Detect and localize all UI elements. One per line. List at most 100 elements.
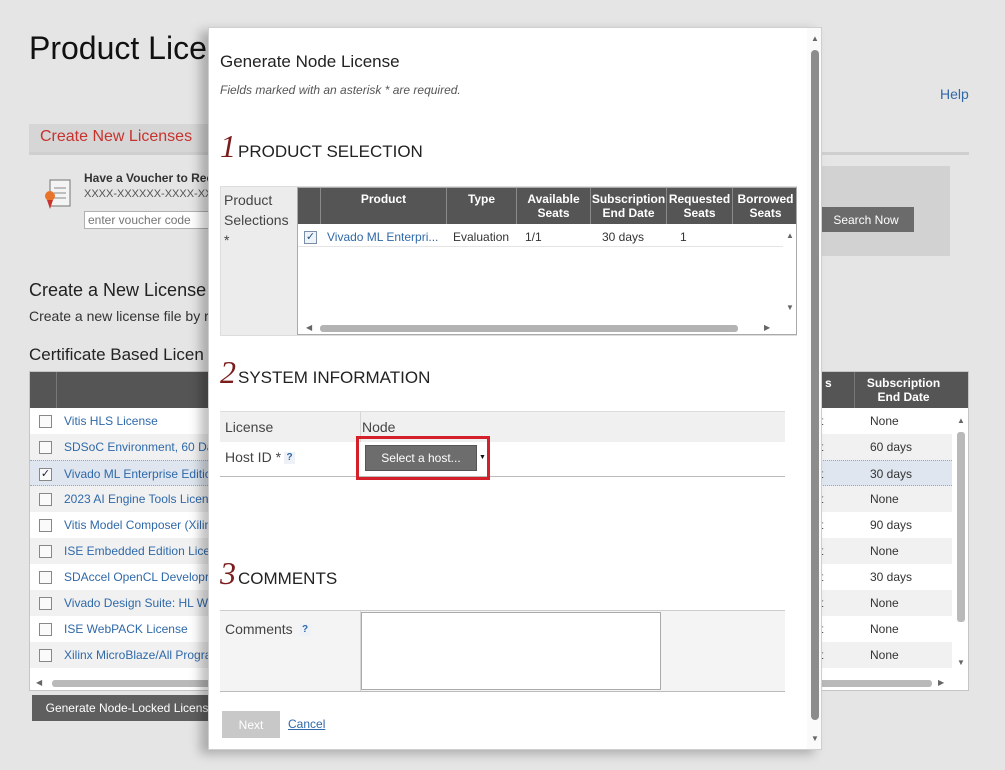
scroll-down-arrow-icon[interactable]: ▼: [786, 303, 794, 312]
generate-node-locked-license-button[interactable]: Generate Node-Locked Licens: [32, 695, 222, 721]
license-name-link[interactable]: 2023 AI Engine Tools Licen: [64, 492, 209, 506]
row-checkbox[interactable]: [39, 415, 52, 428]
scroll-left-arrow-icon[interactable]: ◀: [306, 323, 312, 332]
license-label: License: [225, 419, 274, 435]
step-number: 1: [220, 128, 236, 164]
comments-section: Comments ?: [220, 610, 785, 692]
scroll-left-arrow-icon[interactable]: ◀: [36, 678, 42, 687]
row-checkbox[interactable]: [39, 571, 52, 584]
license-name-link[interactable]: Xilinx MicroBlaze/All Progra: [64, 648, 211, 662]
step-label: PRODUCT SELECTION: [238, 142, 423, 161]
next-button[interactable]: Next: [222, 711, 280, 738]
row-checkbox[interactable]: ✓: [39, 468, 52, 481]
voucher-document-icon: [45, 179, 71, 209]
product-selections-label: Product Selections *: [224, 192, 289, 248]
product-selection-grid: Product Type Available Seats Subscriptio…: [297, 187, 797, 335]
product-row[interactable]: ✓ Vivado ML Enterpri... Evaluation 1/1 3…: [298, 225, 783, 247]
column-header-subscription-end: Subscription End Date: [866, 376, 941, 404]
grid-horizontal-scrollbar[interactable]: ◀ ▶: [298, 321, 783, 335]
license-name-link[interactable]: Vitis Model Composer (Xilin: [64, 518, 211, 532]
row-checkbox[interactable]: [39, 649, 52, 662]
grid-header-requested-seats[interactable]: Requested Seats: [666, 188, 732, 224]
row-checkbox[interactable]: [39, 519, 52, 532]
step-label: COMMENTS: [238, 569, 338, 588]
create-license-description: Create a new license file by r: [29, 308, 209, 324]
comments-label: Comments ?: [225, 621, 311, 637]
row-checkbox[interactable]: [39, 493, 52, 506]
row-checkbox[interactable]: [39, 441, 52, 454]
subscription-end-cell: None: [870, 648, 899, 662]
step-label: SYSTEM INFORMATION: [238, 368, 431, 387]
tab-create-new-licenses[interactable]: Create New Licenses: [29, 124, 219, 152]
product-requested-seats[interactable]: 1: [680, 230, 687, 244]
subscription-end-cell: None: [870, 596, 899, 610]
step-product-selection: 1 PRODUCT SELECTION: [220, 128, 423, 165]
product-name-link[interactable]: Vivado ML Enterpri...: [327, 230, 438, 244]
help-icon[interactable]: ?: [299, 624, 311, 637]
grid-header-borrowed-seats[interactable]: Borrowed Seats: [732, 188, 798, 224]
help-link[interactable]: Help: [940, 86, 969, 102]
scroll-down-arrow-icon[interactable]: ▼: [957, 658, 965, 667]
license-value: Node: [362, 419, 396, 435]
license-name-link[interactable]: SDAccel OpenCL Developr: [64, 570, 209, 584]
license-name-link[interactable]: Vivado ML Enterprise Editic: [64, 467, 211, 481]
grid-vertical-scrollbar[interactable]: ▲ ▼: [783, 225, 797, 321]
subscription-end-cell: None: [870, 492, 899, 506]
product-type: Evaluation: [453, 230, 510, 244]
grid-header-type[interactable]: Type: [446, 188, 516, 224]
subscription-end-cell: 30 days: [870, 467, 913, 481]
license-row: License Node: [220, 412, 785, 442]
grid-header-available-seats[interactable]: Available Seats: [516, 188, 590, 224]
chevron-down-icon[interactable]: ▼: [478, 445, 487, 471]
row-checkbox[interactable]: [39, 597, 52, 610]
table-vertical-scrollbar[interactable]: ▲ ▼: [954, 412, 968, 670]
page-title: Product Lice: [29, 30, 207, 66]
product-available-seats: 1/1: [525, 230, 542, 244]
voucher-code-input[interactable]: [84, 211, 214, 229]
step-comments: 3 COMMENTS: [220, 555, 337, 592]
license-name-link[interactable]: Vitis HLS License: [64, 414, 158, 428]
column-header-seats: s: [825, 376, 832, 390]
voucher-title: Have a Voucher to Rec: [84, 171, 214, 185]
cancel-link[interactable]: Cancel: [288, 717, 325, 731]
scroll-right-arrow-icon[interactable]: ▶: [764, 323, 770, 332]
certificate-licenses-heading: Certificate Based Licen: [29, 345, 204, 364]
scroll-right-arrow-icon[interactable]: ▶: [938, 678, 944, 687]
row-checkbox[interactable]: [39, 545, 52, 558]
product-subscription-end: 30 days: [602, 230, 645, 244]
step-number: 3: [220, 555, 236, 591]
license-name-link[interactable]: ISE Embedded Edition Lice: [64, 544, 210, 558]
grid-header: Product Type Available Seats Subscriptio…: [298, 188, 796, 224]
select-host-button[interactable]: Select a host...: [365, 445, 477, 471]
scroll-up-arrow-icon[interactable]: ▲: [786, 231, 794, 240]
voucher-format-hint: XXXX-XXXXXX-XXXX-XXXX: [84, 188, 228, 200]
scroll-up-arrow-icon[interactable]: ▲: [957, 416, 965, 425]
subscription-end-cell: None: [870, 544, 899, 558]
subscription-end-cell: None: [870, 414, 899, 428]
step-number: 2: [220, 354, 236, 390]
license-name-link[interactable]: SDSoC Environment, 60 Da: [64, 440, 213, 454]
scroll-up-arrow-icon[interactable]: ▲: [811, 34, 819, 43]
subscription-end-cell: None: [870, 622, 899, 636]
scroll-down-arrow-icon[interactable]: ▼: [811, 734, 819, 743]
subscription-end-cell: 60 days: [870, 440, 913, 454]
step-system-information: 2 SYSTEM INFORMATION: [220, 354, 430, 391]
help-icon[interactable]: ?: [284, 452, 296, 465]
system-information-table: License Node Host ID *?: [220, 411, 785, 477]
product-row-checkbox[interactable]: ✓: [304, 231, 317, 244]
license-name-link[interactable]: Vivado Design Suite: HL W: [64, 596, 208, 610]
subscription-end-cell: 90 days: [870, 518, 913, 532]
required-fields-note: Fields marked with an asterisk * are req…: [220, 83, 461, 97]
grid-header-subscription-end[interactable]: Subscription End Date: [590, 188, 666, 224]
license-name-link[interactable]: ISE WebPACK License: [64, 622, 188, 636]
host-id-label: Host ID *?: [225, 449, 296, 465]
dialog-vertical-scrollbar[interactable]: ▲ ▼: [807, 28, 821, 749]
dialog-title: Generate Node License: [220, 52, 400, 71]
generate-node-license-dialog: Generate Node License Fields marked with…: [208, 27, 822, 750]
grid-header-product[interactable]: Product: [320, 188, 446, 224]
search-now-button[interactable]: Search Now: [818, 207, 914, 232]
row-checkbox[interactable]: [39, 623, 52, 636]
comments-textarea[interactable]: [361, 612, 661, 690]
subscription-end-cell: 30 days: [870, 570, 913, 584]
product-selection-section: Product Selections * Product Type Availa…: [220, 186, 797, 336]
